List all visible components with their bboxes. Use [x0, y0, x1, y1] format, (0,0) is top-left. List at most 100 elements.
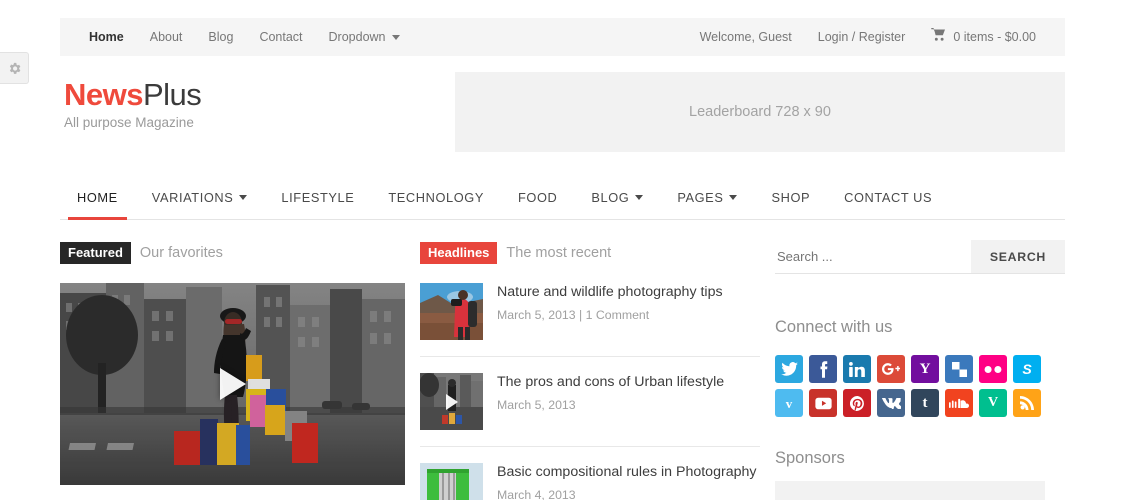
connect-with-us-title: Connect with us	[775, 318, 1065, 337]
headline-meta: March 4, 2013	[497, 488, 760, 500]
delicious-icon[interactable]	[945, 355, 973, 383]
yahoo-icon[interactable]: Y	[911, 355, 939, 383]
youtube-icon[interactable]	[809, 389, 837, 417]
main-nav-item-food[interactable]: FOOD	[501, 176, 574, 219]
top-bar: Home About Blog Contact Dropdown Welcome…	[60, 18, 1065, 56]
main-nav-item-contact-us[interactable]: CONTACT US	[827, 176, 949, 219]
main-nav-label: CONTACT US	[844, 190, 932, 205]
main-nav-item-blog[interactable]: BLOG	[574, 176, 660, 219]
main-nav-label: LIFESTYLE	[281, 190, 354, 205]
linkedin-icon[interactable]	[843, 355, 871, 383]
list-item[interactable]: The pros and cons of Urban lifestyle Mar…	[420, 356, 760, 446]
logo-secondary: Plus	[143, 77, 201, 112]
login-register-link[interactable]: Login / Register	[805, 18, 919, 56]
headline-meta: March 5, 2013	[497, 398, 760, 412]
featured-video-thumbnail[interactable]	[60, 283, 405, 485]
site-logo[interactable]: NewsPlus All purpose Magazine	[64, 78, 201, 130]
main-nav-label: PAGES	[677, 190, 723, 205]
leaderboard-ad[interactable]: Leaderboard 728 x 90	[455, 72, 1065, 152]
photographer-image	[420, 283, 483, 340]
vk-icon[interactable]	[877, 389, 905, 417]
chevron-down-icon	[239, 195, 247, 200]
site-tagline: All purpose Magazine	[64, 115, 201, 130]
top-nav-item-contact[interactable]: Contact	[246, 18, 315, 56]
main-nav-label: HOME	[77, 190, 118, 205]
settings-tab[interactable]	[0, 52, 29, 84]
featured-subtitle: Our favorites	[140, 245, 223, 261]
headline-meta: March 5, 2013 | 1 Comment	[497, 308, 760, 322]
headline-title[interactable]: Basic compositional rules in Photography	[497, 463, 760, 482]
green-door-image	[420, 463, 483, 500]
top-nav-label: About	[150, 30, 183, 44]
facebook-icon[interactable]	[809, 355, 837, 383]
headline-body: The pros and cons of Urban lifestyle Mar…	[497, 373, 760, 430]
main-nav-label: TECHNOLOGY	[388, 190, 484, 205]
social-links: Y S v t V	[775, 355, 1061, 417]
main-nav-item-variations[interactable]: VARIATIONS	[135, 176, 265, 219]
chevron-down-icon	[635, 195, 643, 200]
headline-body: Basic compositional rules in Photography…	[497, 463, 760, 500]
cart-total: 0 items - $0.00	[953, 18, 1036, 56]
twitter-icon[interactable]	[775, 355, 803, 383]
top-nav-item-blog[interactable]: Blog	[195, 18, 246, 56]
top-bar-right: Welcome, Guest Login / Register 0 items …	[687, 18, 1049, 56]
sidebar: SEARCH Connect with us Y S v t V	[775, 240, 1065, 500]
chevron-down-icon	[392, 35, 400, 40]
vimeo-icon[interactable]: v	[775, 389, 803, 417]
headline-thumbnail	[420, 463, 483, 500]
featured-section-header: Featured Our favorites	[60, 240, 405, 266]
main-nav-item-lifestyle[interactable]: LIFESTYLE	[264, 176, 371, 219]
top-nav-label: Dropdown	[329, 30, 386, 44]
top-nav-item-home[interactable]: Home	[76, 18, 137, 56]
headlines-section: Headlines The most recent	[420, 240, 760, 500]
shopping-cart-icon	[931, 18, 946, 56]
logo-text: NewsPlus	[64, 78, 201, 111]
headlines-subtitle: The most recent	[506, 245, 611, 261]
featured-badge: Featured	[60, 242, 131, 264]
list-item[interactable]: Nature and wildlife photography tips Mar…	[420, 283, 760, 356]
headline-title[interactable]: Nature and wildlife photography tips	[497, 283, 760, 302]
play-icon	[220, 368, 246, 400]
main-nav-label: VARIATIONS	[152, 190, 234, 205]
leaderboard-label: Leaderboard 728 x 90	[689, 104, 831, 120]
skype-icon[interactable]: S	[1013, 355, 1041, 383]
tumblr-icon[interactable]: t	[911, 389, 939, 417]
sponsors-title: Sponsors	[775, 449, 1065, 468]
cart-widget[interactable]: 0 items - $0.00	[918, 18, 1049, 56]
main-nav-label: SHOP	[771, 190, 810, 205]
headline-thumbnail	[420, 283, 483, 340]
headline-title[interactable]: The pros and cons of Urban lifestyle	[497, 373, 760, 392]
search-widget: SEARCH	[775, 240, 1065, 274]
page-root: Home About Blog Contact Dropdown Welcome…	[0, 0, 1131, 500]
top-nav-label: Blog	[208, 30, 233, 44]
site-header: NewsPlus All purpose Magazine Leaderboar…	[60, 72, 1065, 162]
pinterest-icon[interactable]	[843, 389, 871, 417]
main-nav-label: BLOG	[591, 190, 629, 205]
main-nav-item-shop[interactable]: SHOP	[754, 176, 827, 219]
main-nav-label: FOOD	[518, 190, 557, 205]
top-nav-item-dropdown[interactable]: Dropdown	[316, 18, 413, 56]
headlines-badge: Headlines	[420, 242, 497, 264]
search-button[interactable]: SEARCH	[971, 240, 1065, 273]
main-nav-item-pages[interactable]: PAGES	[660, 176, 754, 219]
vine-icon[interactable]: V	[979, 389, 1007, 417]
flickr-icon[interactable]	[979, 355, 1007, 383]
main-nav-item-technology[interactable]: TECHNOLOGY	[371, 176, 501, 219]
headlines-section-header: Headlines The most recent	[420, 240, 760, 266]
headline-body: Nature and wildlife photography tips Mar…	[497, 283, 760, 340]
rss-icon[interactable]	[1013, 389, 1041, 417]
googleplus-icon[interactable]	[877, 355, 905, 383]
main-nav-item-home[interactable]: HOME	[60, 176, 135, 219]
gear-icon	[7, 61, 22, 76]
top-nav: Home About Blog Contact Dropdown	[76, 18, 413, 56]
list-item[interactable]: Basic compositional rules in Photography…	[420, 446, 760, 500]
headline-thumbnail	[420, 373, 483, 430]
sponsor-placeholder[interactable]	[775, 481, 1045, 500]
logo-primary: News	[64, 77, 143, 112]
top-nav-item-about[interactable]: About	[137, 18, 196, 56]
featured-section: Featured Our favorites	[60, 240, 405, 485]
search-input[interactable]	[775, 240, 971, 273]
chevron-down-icon	[729, 195, 737, 200]
content-area: Featured Our favorites	[60, 240, 1065, 500]
soundcloud-icon[interactable]	[945, 389, 973, 417]
